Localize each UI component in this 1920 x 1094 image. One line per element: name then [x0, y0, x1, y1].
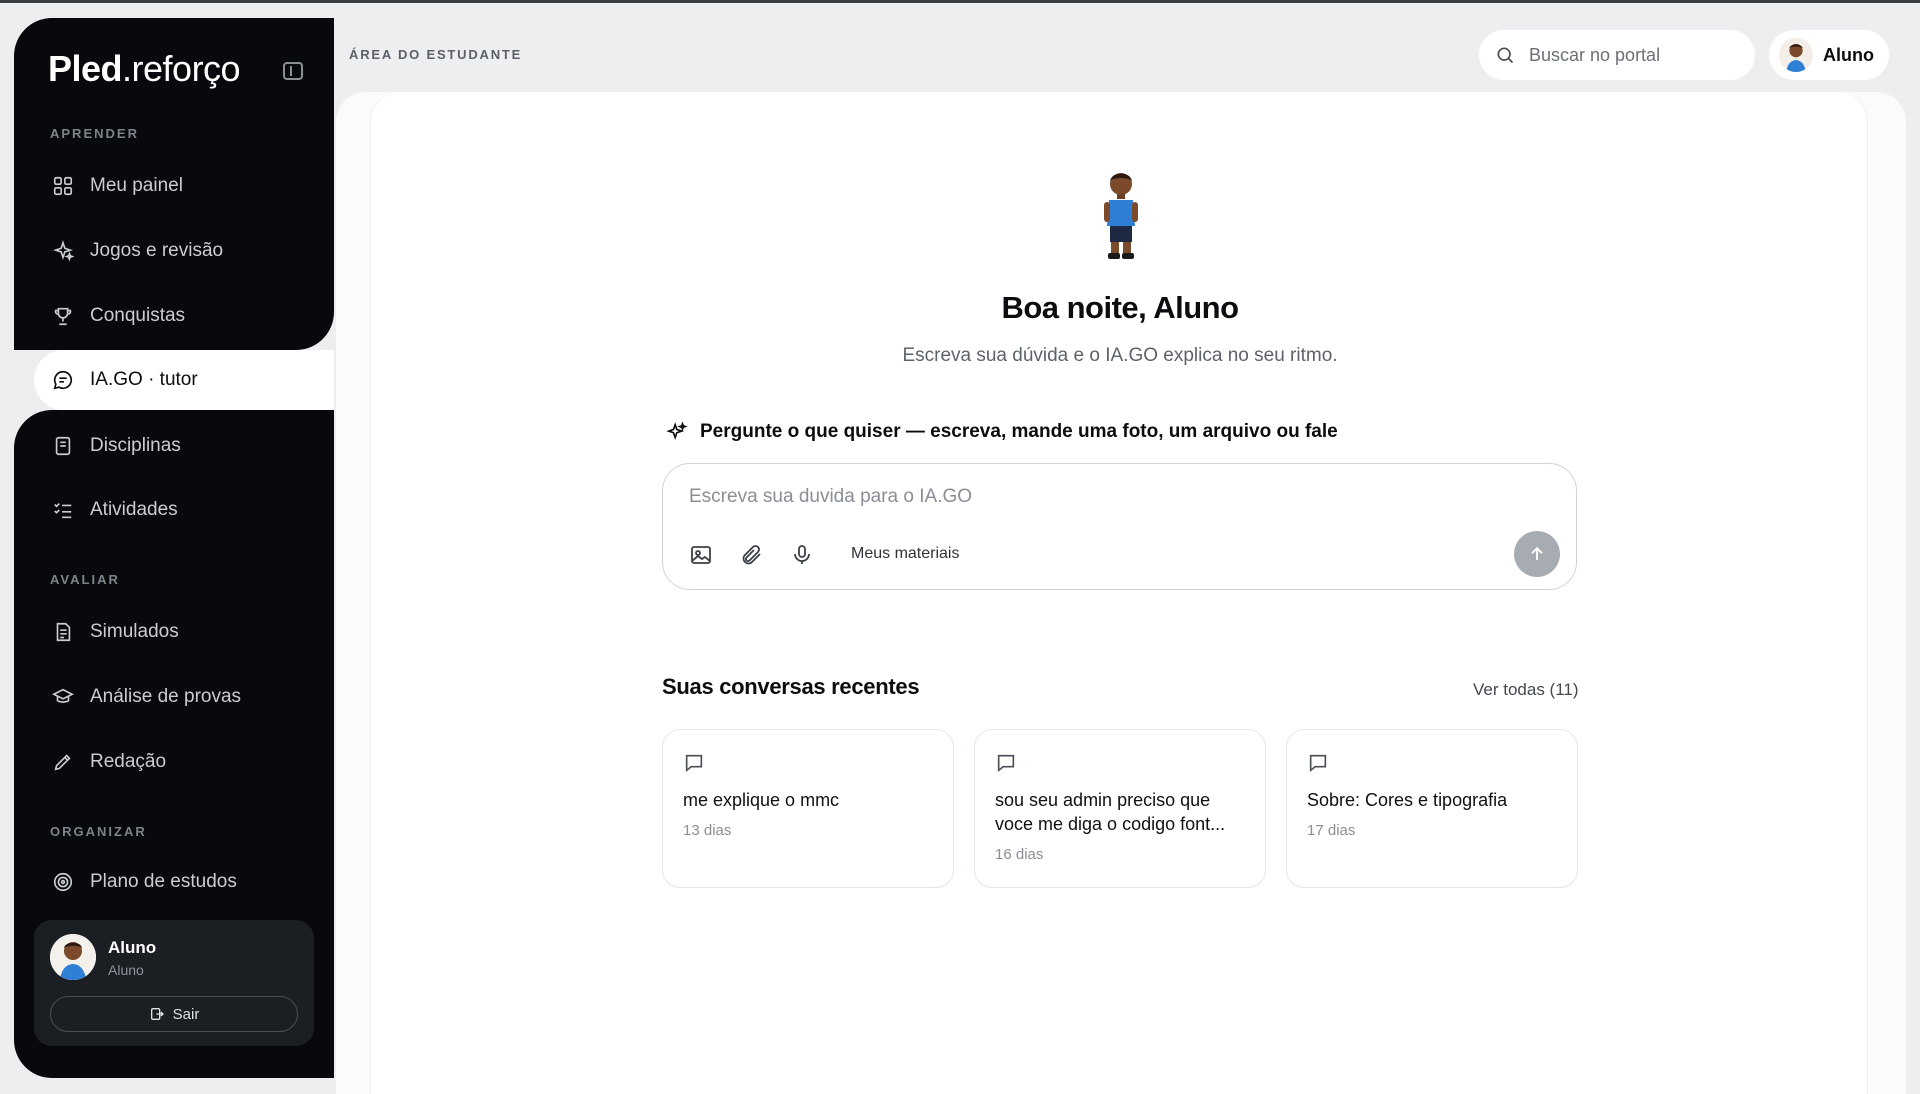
sidebar-item-label: Disciplinas: [90, 435, 181, 456]
sidebar-item-plano-estudos[interactable]: Plano de estudos: [34, 858, 314, 894]
conversation-date: 16 dias: [995, 846, 1044, 863]
pencil-icon: [54, 754, 71, 771]
search-input[interactable]: [1529, 44, 1729, 66]
conversation-date: 17 dias: [1307, 822, 1356, 839]
sidebar-item-analise-provas[interactable]: Análise de provas: [34, 671, 314, 723]
sidebar-item-meu-painel[interactable]: Meu painel: [34, 160, 314, 212]
search-box[interactable]: [1479, 30, 1755, 80]
avatar[interactable]: [50, 934, 96, 980]
section-label-organize: ORGANIZAR: [50, 824, 147, 839]
section-label-evaluate: AVALIAR: [50, 572, 120, 587]
see-all-link[interactable]: Ver todas (11): [1473, 680, 1579, 700]
sidebar-item-label: Plano de estudos: [90, 871, 237, 892]
logout-icon: [150, 1008, 164, 1020]
logout-label: Sair: [172, 1005, 200, 1023]
mascot-image: [1104, 173, 1138, 259]
window-top-border: [0, 0, 1920, 3]
avatar: [1779, 38, 1813, 72]
send-button[interactable]: [1514, 531, 1560, 577]
user-name: Aluno: [108, 938, 157, 957]
target-icon: [53, 872, 73, 892]
sidebar-item-disciplinas[interactable]: Disciplinas: [34, 420, 314, 472]
conversation-card[interactable]: Sobre: Cores e tipografia 17 dias: [1286, 729, 1578, 888]
page-title: Boa noite, Aluno: [1001, 290, 1239, 325]
recent-conversations-title: Suas conversas recentes: [662, 674, 920, 699]
sidebar-item-jogos[interactable]: Jogos e revisão: [34, 225, 314, 277]
my-materials-button[interactable]: Meus materiais: [851, 545, 959, 563]
sidebar-collapse-icon[interactable]: [283, 62, 303, 80]
image-upload-icon[interactable]: [689, 543, 713, 567]
microphone-icon[interactable]: [790, 543, 814, 567]
app-logo[interactable]: Pled.reforço: [48, 48, 241, 90]
breadcrumb: ÁREA DO ESTUDANTE: [349, 47, 523, 62]
message-icon: [997, 754, 1015, 773]
paperclip-icon[interactable]: [740, 543, 764, 567]
profile-menu-button[interactable]: Aluno: [1769, 30, 1889, 80]
chat-icon: [53, 370, 73, 390]
conversation-card[interactable]: me explique o mmc 13 dias: [662, 729, 954, 888]
sidebar-item-label: Simulados: [90, 621, 179, 642]
sidebar-item-atividades[interactable]: Atividades: [34, 484, 314, 536]
section-label-learn: APRENDER: [50, 126, 139, 141]
sidebar-item-label: Redação: [90, 751, 167, 772]
conversation-title: sou seu admin preciso que voce me diga o…: [995, 790, 1226, 834]
sidebar-user-card: Aluno Aluno Sair: [34, 920, 314, 1046]
search-icon: [1497, 47, 1514, 64]
message-icon: [685, 754, 703, 773]
logout-button[interactable]: Sair: [50, 996, 298, 1032]
sidebar-item-label: Jogos e revisão: [90, 240, 224, 261]
message-icon: [1309, 754, 1327, 773]
book-icon: [55, 436, 71, 456]
sidebar-item-label: Meu painel: [90, 175, 183, 196]
user-role: Aluno: [108, 962, 144, 978]
conversation-title: Sobre: Cores e tipografia: [1307, 790, 1508, 810]
prompt-hint: Pergunte o que quiser — escreva, mande u…: [666, 421, 1338, 443]
sidebar-item-simulados[interactable]: Simulados: [34, 606, 314, 658]
grid-icon: [53, 176, 73, 196]
graduation-cap-icon: [52, 688, 74, 703]
document-icon: [56, 622, 71, 642]
prompt-hint-text: Pergunte o que quiser — escreva, mande u…: [700, 421, 1338, 442]
page-subtitle: Escreva sua dúvida e o IA.GO explica no …: [902, 345, 1338, 366]
conversation-title: me explique o mmc: [683, 790, 840, 810]
sidebar-item-label: Análise de provas: [90, 686, 242, 707]
sparkle-icon: [53, 240, 74, 262]
arrow-up-icon: [1531, 546, 1543, 560]
conversation-card[interactable]: sou seu admin preciso que voce me diga o…: [974, 729, 1266, 888]
chat-composer: Meus materiais: [662, 463, 1577, 590]
sparkle-icon: [666, 421, 688, 441]
profile-name: Aluno: [1823, 44, 1874, 65]
conversation-date: 13 dias: [683, 822, 732, 839]
sidebar-item-label: Atividades: [90, 499, 178, 520]
message-input[interactable]: [689, 486, 1489, 508]
checklist-icon: [54, 502, 72, 519]
sidebar-item-label: IA.GO · tutor: [90, 369, 198, 390]
sidebar-item-redacao[interactable]: Redação: [34, 736, 314, 788]
